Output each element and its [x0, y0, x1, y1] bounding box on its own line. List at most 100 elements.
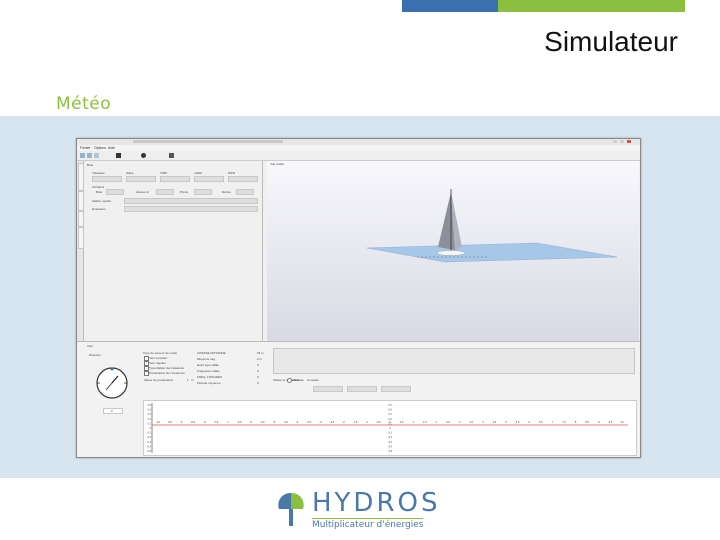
new-icon[interactable]	[80, 153, 85, 158]
wind-panel: Vent Direction 0 Type de serveur de mode…	[77, 341, 640, 457]
hydros-logo-mark	[278, 492, 304, 526]
plot-x-tick: 1.5	[423, 420, 427, 424]
menu-item-options[interactable]: Options	[94, 146, 106, 150]
accel-field-1[interactable]	[106, 189, 124, 195]
accel-field-4[interactable]	[236, 189, 254, 195]
plot-x-tick: -7.5	[214, 420, 219, 424]
direction-stepper-value: 0	[111, 409, 113, 413]
sea-surface	[366, 242, 618, 263]
menu-item-aide[interactable]: Aide	[108, 146, 115, 150]
plot-x-tick: 4.5	[493, 420, 497, 424]
param-value-4[interactable]: 0	[257, 369, 259, 373]
plot-x-tick: -3	[319, 420, 322, 424]
close-icon[interactable]	[627, 140, 631, 143]
param-label-6: Période moyenne	[197, 381, 221, 385]
header-accent-green	[498, 0, 685, 12]
wind-compass-dial[interactable]	[95, 366, 129, 400]
plot-y-tick-center: -0.2	[388, 436, 393, 439]
plot-x-tick: 10	[621, 420, 624, 424]
col-header-4: m/Ref	[194, 171, 203, 175]
plot-x-tick: 5.5	[516, 420, 520, 424]
config-field-1[interactable]	[92, 176, 122, 182]
emetteurs-field[interactable]	[124, 206, 258, 212]
sailboat-scene	[366, 189, 618, 263]
option-vent-constant: Vent constant	[149, 356, 168, 360]
config-field-4[interactable]	[194, 176, 224, 182]
plot-x-tick: -8	[203, 420, 206, 424]
plot-x-tick: 7.5	[562, 420, 566, 424]
config-field-2[interactable]	[126, 176, 156, 182]
plot-x-tick: -0.5	[376, 420, 381, 424]
param-value-5[interactable]: 0	[257, 375, 259, 379]
plot-y-tick-left: -0.4	[147, 445, 152, 448]
plot-x-tick: -1.5	[353, 420, 358, 424]
plot-y-tick-left: 0.1	[148, 422, 152, 425]
safran-field[interactable]	[124, 198, 258, 204]
plot-y-tick-left: -0.5	[147, 450, 152, 453]
3d-viewport[interactable]: Vue Voilier	[267, 161, 639, 341]
plot-y-tick-left: 0.2	[148, 418, 152, 421]
summary-field-1[interactable]	[313, 386, 343, 392]
plot-y-tick-center: 0.4	[388, 409, 392, 412]
plot-y-tick-center: 0.2	[388, 418, 392, 421]
plot-y-tick-center: -0.3	[388, 441, 393, 444]
minimize-icon[interactable]	[613, 140, 617, 143]
header-accent-blue	[402, 0, 498, 12]
accel-label-4: Dérive	[222, 190, 231, 194]
safran-label: Safran, spoiler	[92, 199, 112, 203]
direction-label: Direction	[89, 353, 101, 357]
window-title	[133, 140, 283, 143]
maximize-icon[interactable]	[620, 140, 624, 143]
plot-y-tick-center: 0.3	[388, 413, 392, 416]
config-field-5[interactable]	[228, 176, 258, 182]
param-value-1[interactable]: 15 m	[257, 351, 264, 355]
plot-x-tick: -10	[156, 420, 160, 424]
config-field-3[interactable]	[160, 176, 190, 182]
param-value-3[interactable]: 0	[257, 363, 259, 367]
logo-brand: HYDROS	[312, 488, 441, 518]
accel-label-2: vitesse Ar	[136, 190, 150, 194]
ponderation-unit: m	[191, 378, 194, 382]
stop-icon[interactable]	[116, 153, 121, 158]
wind-plot[interactable]: -10 -9.5 -9 -8.5 -8 -7.5 -7 -6.5 -6 -5.5 -5 -4.5 -4-…	[143, 400, 637, 456]
ponderation-value[interactable]: 1	[187, 378, 189, 382]
config-section-label: Bras	[87, 163, 94, 167]
plot-x-tick: -6	[250, 420, 253, 424]
accel-field-2[interactable]	[156, 189, 174, 195]
logo-tagline: Multiplicateur d'énergies	[312, 518, 424, 530]
save-icon[interactable]	[94, 153, 99, 158]
plot-x-tick: -8.5	[191, 420, 196, 424]
menu-item-fichier[interactable]: Fichier	[80, 146, 91, 150]
plot-x-tick: 3.5	[469, 420, 473, 424]
plot-x-tick: 5	[505, 420, 507, 424]
radio-aleatoire-label: Aléatoire	[292, 378, 304, 382]
plot-y-tick-left: 0.3	[148, 413, 152, 416]
plot-y-tick-left: 0.5	[148, 404, 152, 407]
vertical-tabs	[77, 161, 84, 359]
summary-field-2[interactable]	[347, 386, 377, 392]
plot-x-tick: -9.5	[167, 420, 172, 424]
param-value-6[interactable]: 0	[257, 381, 259, 385]
direction-stepper[interactable]: 0	[103, 408, 123, 414]
plot-x-tick: 2.5	[446, 420, 450, 424]
wind-summary-area	[273, 348, 635, 374]
summary-field-3[interactable]	[381, 386, 411, 392]
col-header-1: Tidewave	[92, 171, 105, 175]
plot-y-tick-left: 0.4	[148, 409, 152, 412]
plot-x-tick: 6	[528, 420, 530, 424]
param-label-4: Fréquence rafale	[197, 369, 220, 373]
section-title: Météo	[56, 94, 112, 114]
plot-x-tick: -4	[296, 420, 299, 424]
param-label-1: VITESSE MOYENNE	[197, 351, 226, 355]
accels-label: ACCELS	[92, 185, 105, 189]
ponderation-value-label: Valeur de ponderation	[144, 378, 174, 382]
plot-x-tick: 0.5	[400, 420, 404, 424]
record-icon[interactable]	[141, 153, 146, 158]
window-icon[interactable]	[169, 153, 174, 158]
accel-field-3[interactable]	[194, 189, 212, 195]
param-value-2[interactable]: 2 m	[257, 357, 262, 361]
open-icon[interactable]	[87, 153, 92, 158]
plot-x-tick: -5	[273, 420, 276, 424]
plot-x-tick: 4	[482, 420, 484, 424]
col-header-3: TWD	[160, 171, 167, 175]
